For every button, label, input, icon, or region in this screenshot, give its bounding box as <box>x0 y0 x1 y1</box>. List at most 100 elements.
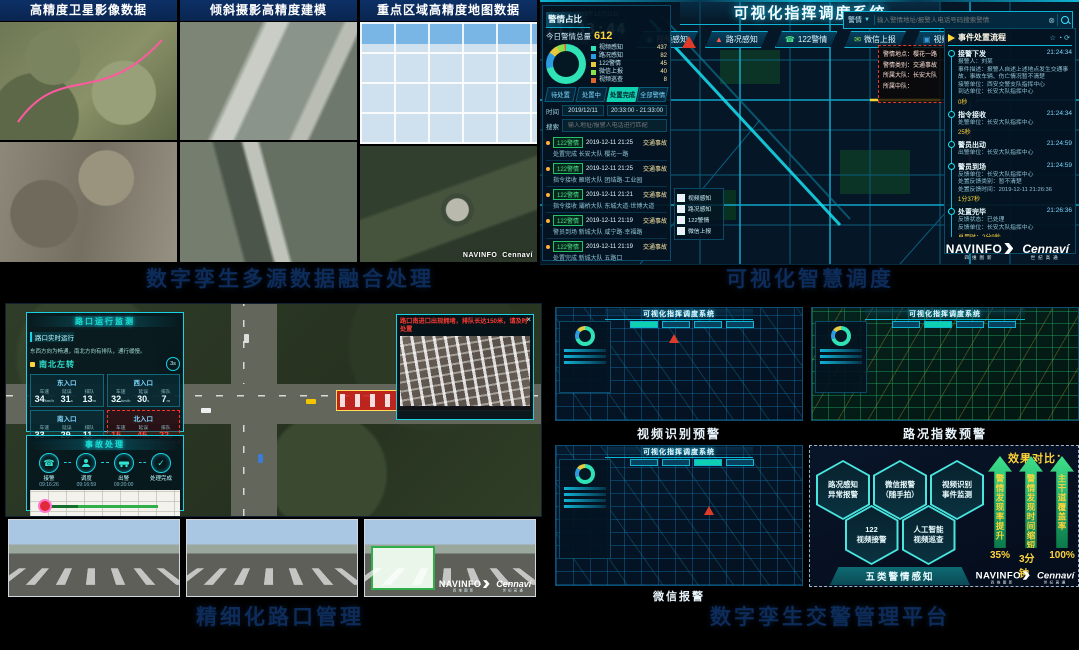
incident-marker <box>38 499 52 513</box>
mini-stat-bar <box>820 361 862 364</box>
panel-action-icons[interactable]: ☆◔⟳ <box>1050 34 1072 42</box>
simulation-thumbnail-2[interactable] <box>186 519 358 597</box>
step-done: ✓ 处理完成 <box>146 453 176 482</box>
chip <box>956 321 984 328</box>
vehicle <box>201 408 211 413</box>
step-connector <box>101 462 108 463</box>
search-button[interactable] <box>1057 14 1072 26</box>
filter-value: 警情 <box>848 15 862 25</box>
kpi-text: 警情发现时间缩短 <box>1025 474 1037 550</box>
menu-label: 路况感知 <box>726 34 758 45</box>
satellite-column: 高精度卫星影像数据 <box>0 0 177 262</box>
date-filter[interactable]: 2019/12/11 <box>562 105 604 116</box>
simulation-thumbnail-1[interactable] <box>8 519 180 597</box>
mini-stat-bar <box>564 499 606 502</box>
chevron-icon <box>482 579 489 587</box>
step-label: 出警 <box>118 474 129 482</box>
menu-traffic-sense[interactable]: ▲路况感知 <box>705 31 768 48</box>
tab-all[interactable]: 全部警情 <box>637 87 669 102</box>
close-icon[interactable]: × <box>526 315 531 324</box>
layer-toggle[interactable]: 122警情 <box>677 215 721 224</box>
mini-stat-bar <box>564 493 606 496</box>
donut-legend: 视频感知437 路况感知82 122警情45 微信上报40 视频巡查8 <box>591 44 667 84</box>
menu-label: 微信上报 <box>864 34 896 45</box>
alert-list-item[interactable]: 122警情2019-12-11 21:19交通事故 警员到场 新城大队 咸宁路·… <box>546 213 667 239</box>
phase-label: 南北左转 <box>39 359 75 370</box>
step-detail: 处置反馈类别：暂不清楚 <box>958 179 1072 187</box>
step-duration: 25秒 <box>958 127 1072 136</box>
layer-toggle[interactable]: 路况感知 <box>677 204 721 213</box>
incident-route-map[interactable] <box>30 490 180 517</box>
step-detail: 出警单位：长安大队指挥中心 <box>958 150 1072 158</box>
search-icon <box>1061 16 1069 24</box>
search-input[interactable] <box>875 16 1046 25</box>
menu-label: 122警情 <box>798 34 827 45</box>
alert-list-item[interactable]: 122警情2019-12-11 21:25交通事故 处置完成 长安大队 樱花一路 <box>546 135 667 161</box>
menu-122-alerts[interactable]: ☎122警情 <box>775 31 837 48</box>
chevron-icon <box>1004 243 1013 254</box>
mini-stat-bar <box>564 361 606 364</box>
step-name: 警员到场 <box>958 162 986 172</box>
congestion-camera-still[interactable] <box>400 336 530 406</box>
caption-smart-dispatch: 可视化智慧调度 <box>650 263 970 293</box>
label-video-warning: 视频识别预警 <box>555 425 803 442</box>
vehicle <box>306 399 316 404</box>
caption-platform: 数字孪生交警管理平台 <box>620 601 1040 631</box>
search-filter-select[interactable]: 警情▼ <box>844 15 875 25</box>
step-label: 调度 <box>81 474 92 482</box>
mini-dashboard-video[interactable]: 可视化指挥调度系统 <box>555 307 803 421</box>
alert-tag: 122警情 <box>553 189 583 200</box>
legend-swatch <box>591 62 596 67</box>
alert-time: 2019-12-11 21:25 <box>586 166 633 172</box>
legend-value: 45 <box>660 60 667 68</box>
panel-search-input[interactable] <box>566 122 667 130</box>
congestion-video-popup: × 路口南进口出现拥堵，排队长达150米，请及时处置 <box>396 314 534 420</box>
flag-icon <box>948 34 955 42</box>
legend-label: 路况感知 <box>599 52 623 60</box>
navinfo-logo: NAVINFO <box>946 243 1003 255</box>
intersection-aerial-view[interactable]: 路口运行监测 路口实时运行 东西方向为畅通，南北方向有排队，通行缓慢。 南北左转… <box>5 303 542 517</box>
clear-icon[interactable]: ⊗ <box>1046 16 1057 25</box>
time-range-filter[interactable]: 20:33:00 - 21:33:00 <box>607 105 667 116</box>
alert-list-item[interactable]: 122警情2019-12-11 21:21交通事故 指令接收 灞桥大队 东城大道… <box>546 187 667 213</box>
layer-toggle[interactable]: 微信上报 <box>677 226 721 235</box>
vendor-logos: NAVINFO四维图新 Cennaví世纪高通 <box>946 243 1069 261</box>
alert-type: 交通事故 <box>643 216 667 225</box>
alert-time: 2019-12-11 21:19 <box>586 244 633 250</box>
alert-list-item[interactable]: 122警情2019-12-11 21:25交通事故 指令接收 雁塔大队 团结路·… <box>546 161 667 187</box>
entry-name: 东入口 <box>33 377 101 387</box>
layer-toggle[interactable]: 视频感知 <box>677 193 721 202</box>
tab-in-progress[interactable]: 处置中 <box>575 87 607 102</box>
mini-dashboard-wechat[interactable]: 可视化指挥调度系统 <box>555 445 803 586</box>
navinfo-logo: NAVINFO <box>439 579 481 588</box>
mini-dashboard-title: 可视化指挥调度系统 <box>605 309 753 320</box>
layer-label: 视频感知 <box>688 193 711 202</box>
checkbox-icon <box>677 227 685 235</box>
tab-completed[interactable]: 处置完成 <box>606 87 638 102</box>
simulation-thumbnail-3[interactable]: NAVINFO四维图新 Cennaví世纪高通 <box>364 519 536 597</box>
alert-list-item[interactable]: 122警情2019-12-11 21:19交通事故 处置完成 新城大队 五路口 <box>546 239 667 265</box>
tab-pending[interactable]: 待处置 <box>544 87 576 102</box>
legend-swatch <box>591 78 596 83</box>
map-warning-marker[interactable] <box>682 36 696 48</box>
timeline-step: 警员到场21:24:59 反馈单位：长安大队指挥中心 处置反馈类别：暂不清楚 处… <box>958 162 1072 204</box>
alert-detail: 处置完成 长安大队 樱花一路 <box>546 149 667 158</box>
data-fusion-section: 高精度卫星影像数据 倾斜摄影高精度建模 重点区域高精度地图数据 NAVINFO … <box>0 0 538 262</box>
tab-label: 处置完成 <box>609 90 634 99</box>
legend-swatch <box>591 46 596 51</box>
oblique-column: 倾斜摄影高精度建模 <box>180 0 357 262</box>
kpi-arrows: 警情发现率提升 35% 警情发现时间缩短 3分钟 主干道覆盖率 100% <box>988 456 1074 580</box>
intersection-description: 东西方向为畅通，南北方向有排队，通行缓慢。 <box>30 347 180 355</box>
legend-label: 视频感知 <box>599 44 623 52</box>
legend-item: 视频巡查8 <box>591 76 667 84</box>
step-dispatch: 调度 09:16:59 <box>71 453 101 488</box>
step-time: 09:16:26 <box>39 482 58 488</box>
mini-dashboard-traffic[interactable]: 可视化指挥调度系统 <box>811 307 1079 421</box>
step-label: 处理完成 <box>150 474 172 482</box>
chip <box>988 321 1016 328</box>
layer-label: 路况感知 <box>688 204 711 213</box>
alert-detail: 处置完成 新城大队 五路口 <box>546 253 667 262</box>
step-time: 09:16:59 <box>77 482 96 488</box>
time-filter-label: 时间 <box>546 106 559 116</box>
platform-section: 可视化指挥调度系统 视频识别预警 可视化指挥调度系统 路况指数预警 可视化指挥调… <box>555 305 1079 603</box>
